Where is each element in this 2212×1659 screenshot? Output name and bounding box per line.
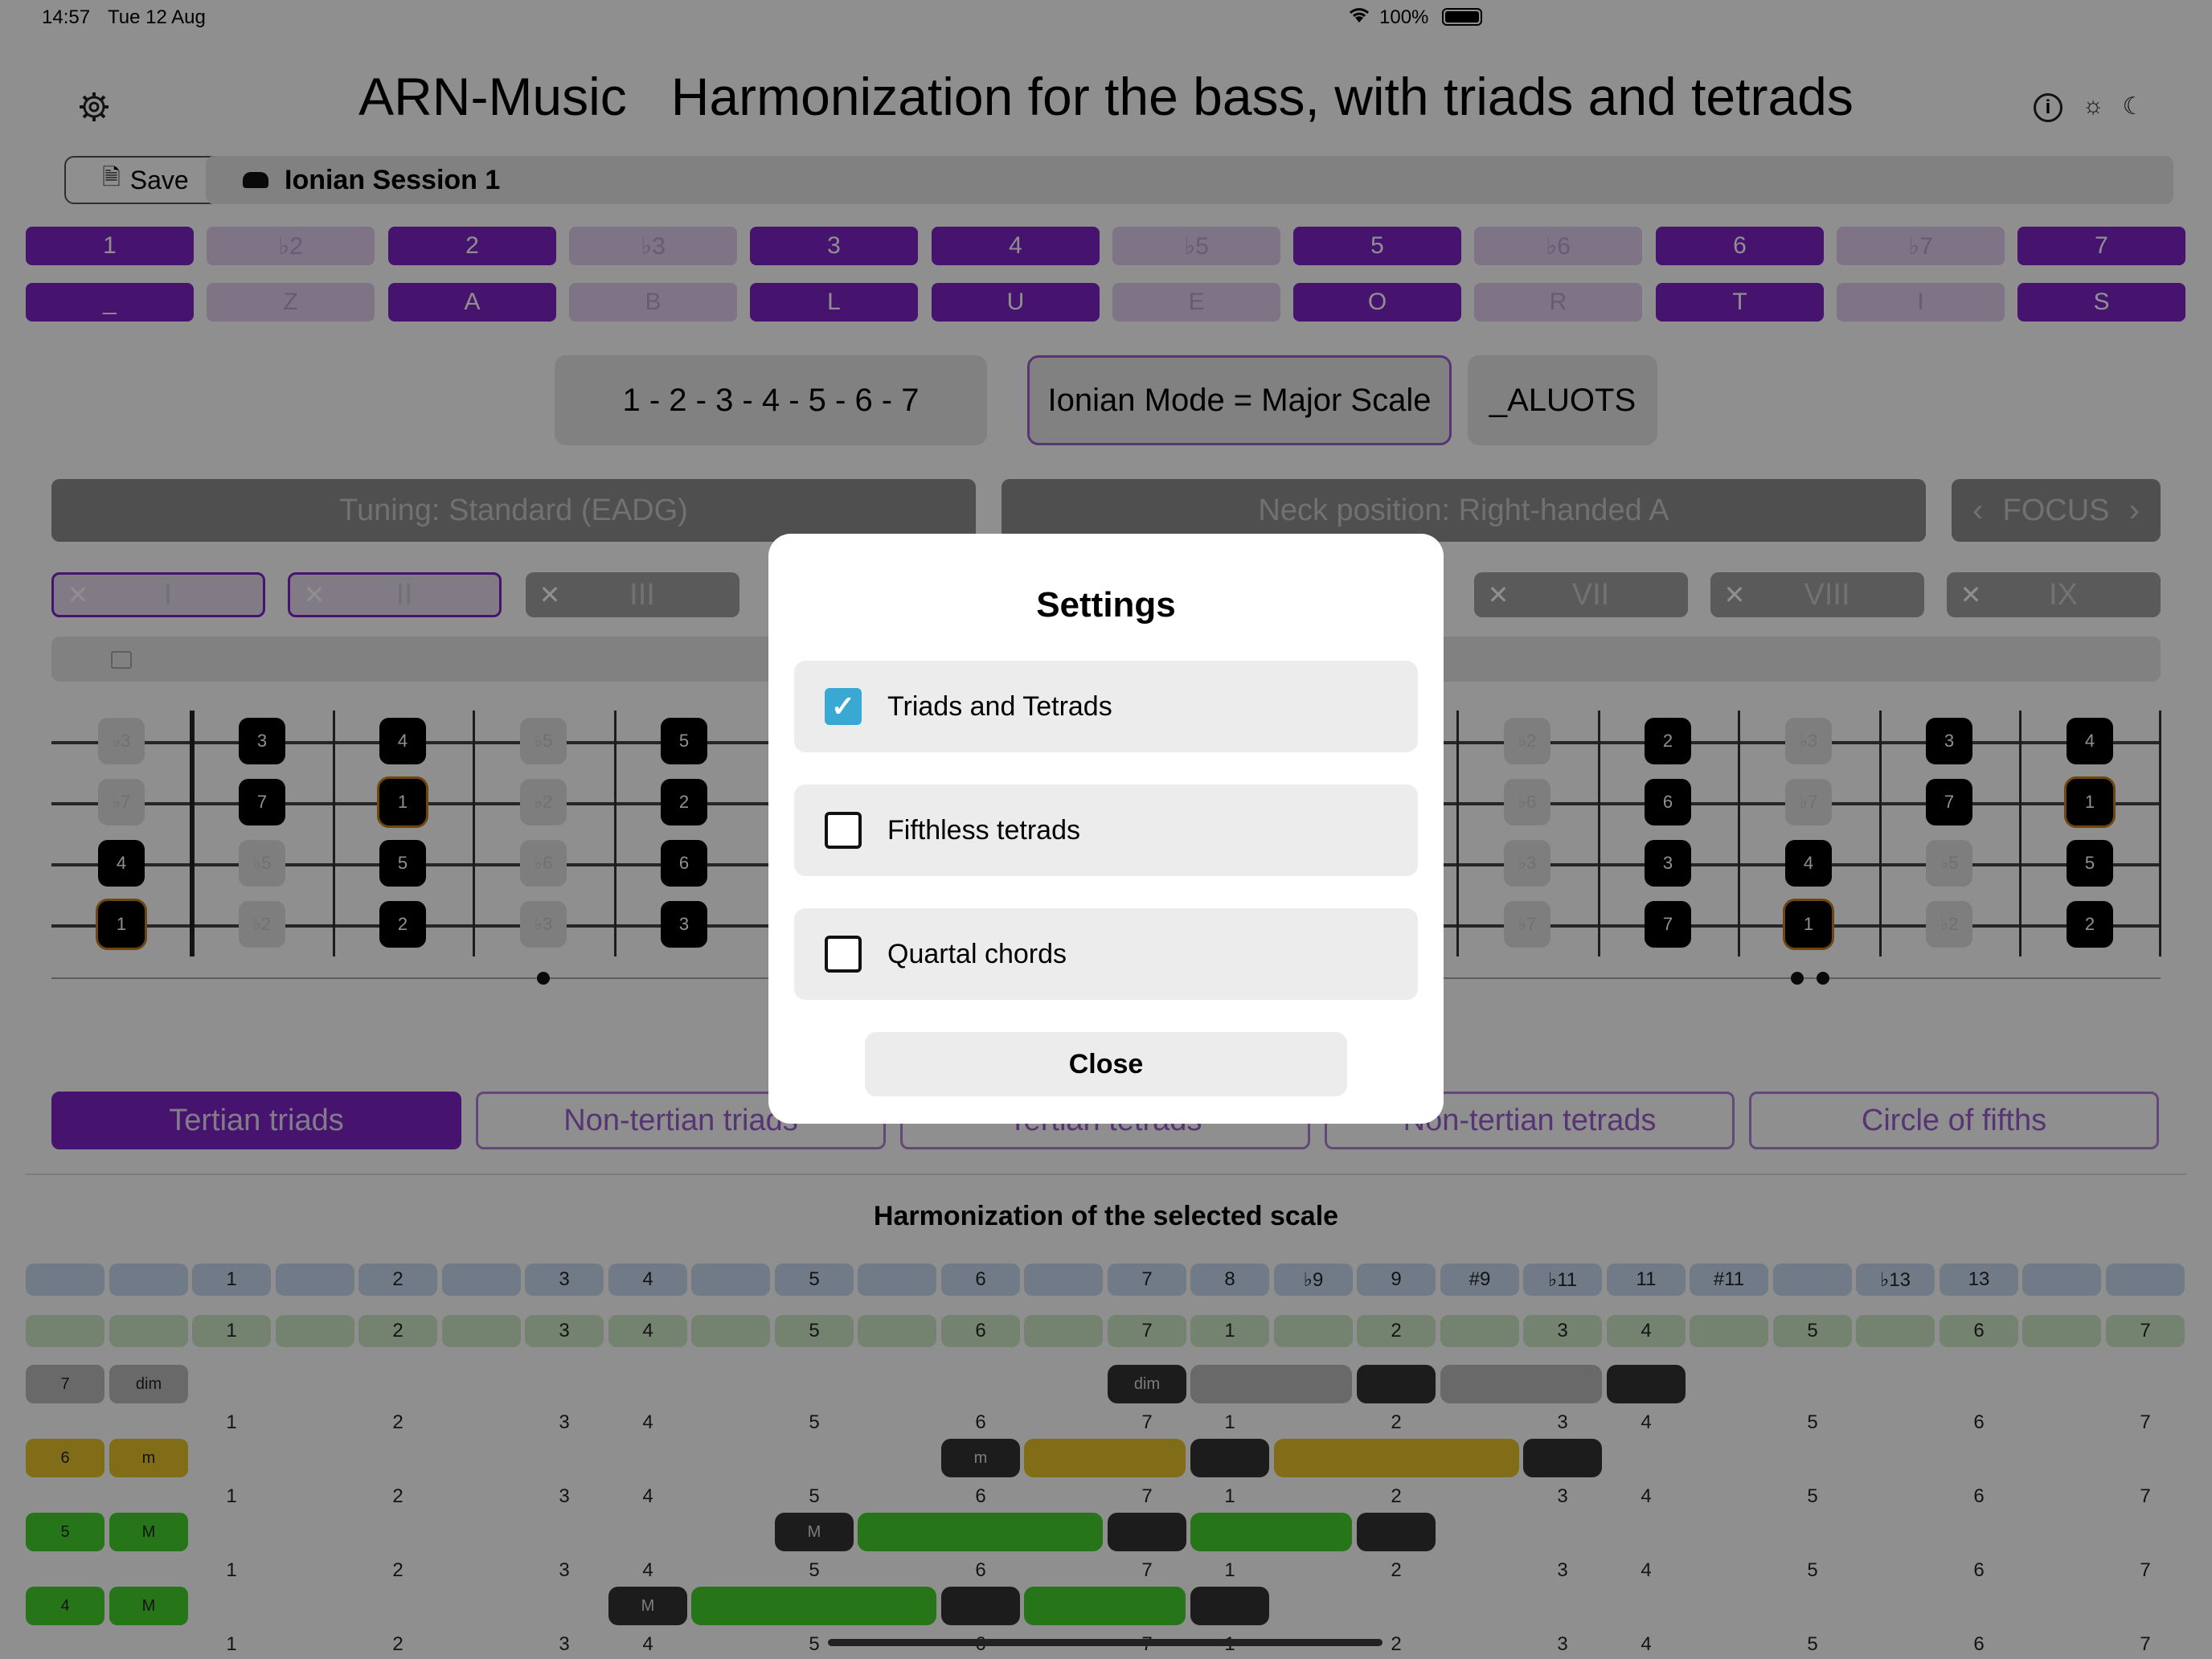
checkbox-icon[interactable] bbox=[825, 812, 862, 849]
close-button[interactable]: Close bbox=[865, 1032, 1347, 1096]
settings-dialog: Settings ✓ Triads and Tetrads Fifthless … bbox=[768, 534, 1444, 1124]
option-label: Fifthless tetrads bbox=[887, 814, 1080, 846]
home-indicator[interactable] bbox=[828, 1639, 1382, 1646]
option-triads-tetrads[interactable]: ✓ Triads and Tetrads bbox=[794, 661, 1418, 752]
option-quartal-chords[interactable]: Quartal chords bbox=[794, 908, 1418, 1000]
dialog-title: Settings bbox=[1036, 585, 1176, 625]
checkbox-checked-icon[interactable]: ✓ bbox=[825, 688, 862, 725]
option-label: Triads and Tetrads bbox=[887, 690, 1112, 722]
option-fifthless-tetrads[interactable]: Fifthless tetrads bbox=[794, 784, 1418, 876]
checkbox-icon[interactable] bbox=[825, 936, 862, 973]
option-label: Quartal chords bbox=[887, 938, 1067, 969]
